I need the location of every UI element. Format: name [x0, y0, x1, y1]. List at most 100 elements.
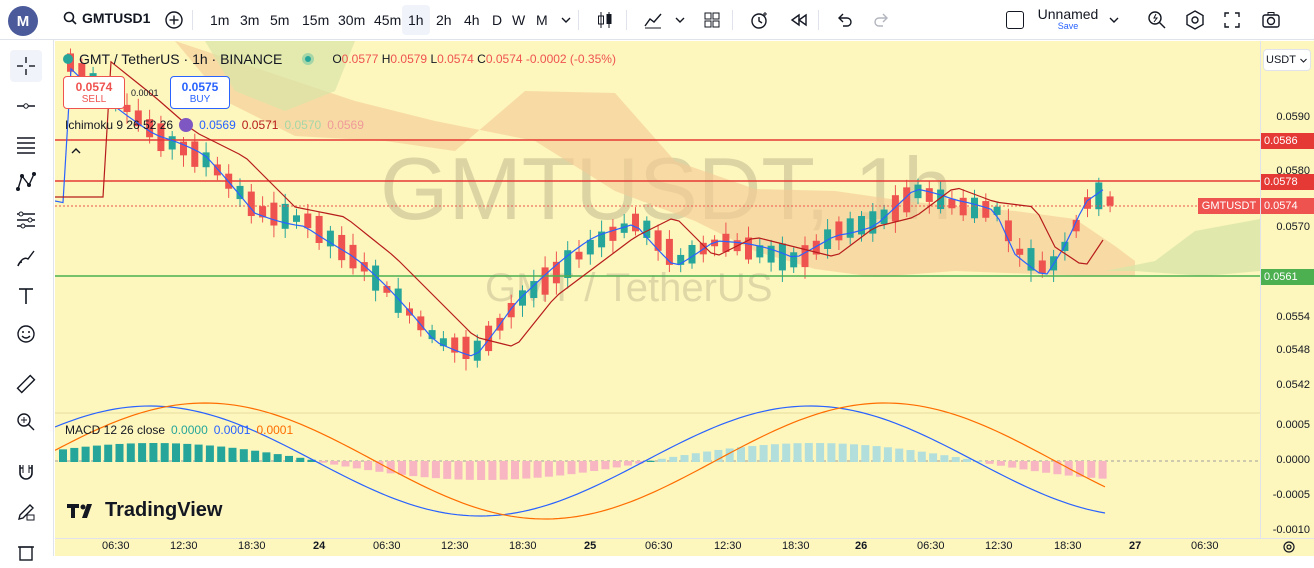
collapse-legend-button[interactable]	[65, 143, 87, 159]
undo-button[interactable]	[828, 5, 860, 35]
magnet-icon	[19, 465, 33, 480]
crosshair-icon	[17, 57, 35, 75]
symbol-search[interactable]: GMTUSD1	[62, 10, 150, 26]
time-label: 06:30	[645, 540, 673, 552]
interval-1h-button[interactable]: 1h	[402, 5, 430, 35]
candle	[982, 201, 990, 218]
interval-5m-button[interactable]: 5m	[264, 5, 295, 35]
macd-axis-label: -0.0010	[1272, 524, 1310, 536]
buy-button[interactable]: 0.0575 BUY	[170, 76, 230, 109]
macd-bar	[895, 448, 904, 462]
time-axis[interactable]: 06:30 12:30 18:30 24 06:30 12:30 18:30 25 06:30 1…	[55, 538, 1314, 556]
macd-bar	[703, 451, 712, 462]
measure-tool[interactable]	[10, 368, 42, 400]
layouts-button[interactable]	[696, 5, 728, 35]
layout-checkbox[interactable]	[1000, 5, 1030, 35]
macd-bar	[929, 453, 938, 462]
macd-bar	[318, 461, 327, 463]
sell-button[interactable]: 0.0574 SELL	[63, 76, 125, 109]
crosshair-tool[interactable]	[10, 50, 42, 82]
candle	[971, 197, 978, 219]
interval-w-button[interactable]: W	[506, 5, 531, 35]
zoom-in-icon	[17, 413, 35, 431]
interval-dropdown[interactable]	[554, 5, 578, 35]
symbol-status-dot	[63, 54, 73, 64]
macd-bar	[985, 461, 994, 464]
symbol-name: GMTUSD1	[82, 10, 151, 26]
macd-bar	[1042, 461, 1051, 473]
rewind-icon	[790, 13, 807, 27]
ruler-icon	[16, 374, 36, 394]
candle	[880, 209, 888, 225]
chart-pane[interactable]: GMTUSDT, 1h GMT / TetherUS GMT / TetherU…	[55, 41, 1260, 538]
interval-3m-button[interactable]: 3m	[234, 5, 265, 35]
brand-name: TradingView	[105, 499, 223, 521]
macd-bar	[748, 446, 757, 462]
chart-type-button[interactable]	[588, 5, 622, 35]
time-label: 27	[1129, 540, 1142, 552]
ichimoku-legend[interactable]: Ichimoku 9 26 52 26 0.0569 0.0571 0.0570…	[65, 118, 364, 132]
chevron-down-icon	[675, 17, 685, 23]
layout-name[interactable]: Unnamed Save	[1036, 6, 1100, 31]
tv-logo-icon	[67, 503, 92, 518]
macd-bar	[782, 443, 791, 462]
brush-tool[interactable]	[10, 242, 42, 274]
alert-button[interactable]	[742, 5, 776, 35]
redo-button[interactable]	[866, 5, 898, 35]
currency-selector[interactable]: USDT	[1263, 49, 1311, 71]
sliders-icon	[17, 211, 35, 229]
quick-search-button[interactable]	[1140, 5, 1174, 35]
text-tool[interactable]	[10, 280, 42, 312]
remove-tool[interactable]	[10, 536, 42, 568]
macd-bar	[262, 452, 271, 462]
ichimoku-label: Ichimoku 9 26 52 26	[65, 118, 174, 132]
macd-bar	[398, 461, 406, 475]
prediction-tool[interactable]	[10, 204, 42, 236]
fib-tool[interactable]	[10, 128, 42, 160]
user-avatar[interactable]: M	[8, 6, 38, 36]
interval-d-button[interactable]: D	[486, 5, 508, 35]
macd-legend[interactable]: MACD 12 26 close 0.0000 0.0001 0.0001	[65, 423, 293, 437]
macd-bar	[951, 457, 960, 462]
macd-bar	[172, 443, 180, 462]
replay-button[interactable]	[782, 5, 816, 35]
snapshot-button[interactable]	[1254, 5, 1288, 35]
magnet-tool[interactable]	[10, 456, 42, 488]
pattern-tool[interactable]	[10, 166, 42, 198]
macd-bar	[81, 446, 90, 462]
interval-m-button[interactable]: M	[530, 5, 554, 35]
zoom-tool[interactable]	[10, 406, 42, 438]
lock-drawing-tool[interactable]	[10, 496, 42, 528]
compare-add-button[interactable]	[158, 5, 190, 35]
candle	[485, 325, 493, 352]
trend-line-tool[interactable]	[10, 90, 42, 122]
macd-bar	[624, 461, 632, 466]
candle	[846, 218, 854, 238]
interval-1m-button[interactable]: 1m	[204, 5, 235, 35]
macd-bar	[488, 461, 497, 480]
interval-15m-button[interactable]: 15m	[296, 5, 335, 35]
settings-button[interactable]	[1178, 5, 1212, 35]
magnifier-bolt-icon	[1148, 11, 1166, 29]
time-label: 06:30	[373, 540, 401, 552]
indicators-dropdown[interactable]	[668, 5, 692, 35]
pencil-lock-icon	[18, 504, 35, 521]
chart-title[interactable]: GMT / TetherUS · 1h · BINANCE	[79, 51, 282, 67]
emoji-tool[interactable]	[10, 318, 42, 350]
macd-line-value: 0.0001	[213, 423, 251, 437]
time-axis-settings[interactable]	[1280, 538, 1298, 556]
fullscreen-button[interactable]	[1216, 5, 1248, 35]
interval-30m-button[interactable]: 30m	[332, 5, 371, 35]
price-axis[interactable]: USDT 0.0590 0.0580 0.0570 0.0566 0.0554 …	[1260, 41, 1314, 538]
market-open-icon	[302, 53, 315, 65]
chart-canvas[interactable]: GMTUSDT, 1h GMT / TetherUS	[55, 41, 1260, 538]
indicators-button[interactable]	[636, 5, 670, 35]
interval-4h-button[interactable]: 4h	[458, 5, 486, 35]
buy-price: 0.0575	[181, 80, 219, 94]
macd-bar	[511, 461, 519, 480]
layout-dropdown[interactable]	[1102, 5, 1126, 35]
ichimoku-tenkan: 0.0569	[199, 118, 236, 132]
tradingview-logo[interactable]: TradingView	[67, 499, 222, 522]
interval-2h-button[interactable]: 2h	[430, 5, 458, 35]
macd-bar	[940, 455, 949, 462]
